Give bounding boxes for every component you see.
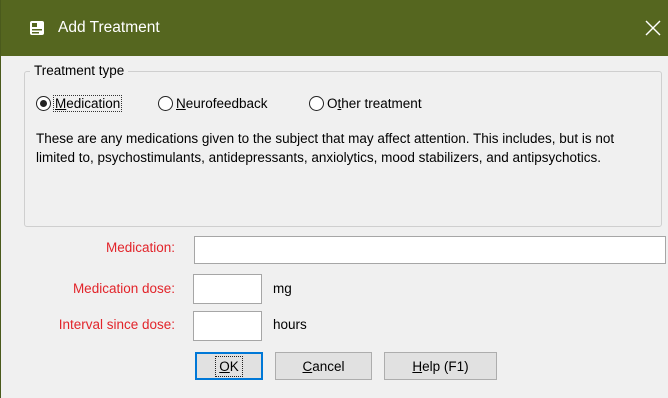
radio-medication-label: Medication [52, 94, 123, 112]
add-treatment-dialog: Add Treatment Treatment type Medication … [0, 0, 668, 398]
help-button-label: Help (F1) [412, 358, 469, 374]
close-icon[interactable] [637, 14, 667, 42]
radio-selected-icon [36, 95, 51, 111]
medication-input[interactable] [194, 236, 666, 264]
cancel-button-label: Cancel [302, 358, 345, 374]
treatment-type-legend: Treatment type [30, 63, 129, 78]
medication-dose-input[interactable] [193, 274, 262, 304]
medication-dose-label: Medication dose: [72, 281, 175, 296]
ok-button[interactable]: OK [195, 352, 263, 380]
interval-since-dose-label: Interval since dose: [58, 317, 175, 332]
ok-button-label: OK [215, 355, 243, 377]
radio-neurofeedback[interactable]: Neurofeedback [158, 93, 268, 113]
interval-since-dose-input[interactable] [193, 311, 262, 341]
radio-other-treatment-label: Other treatment [327, 95, 422, 111]
radio-neurofeedback-label: Neurofeedback [176, 95, 268, 111]
help-button[interactable]: Help (F1) [384, 352, 497, 380]
window-title: Add Treatment [58, 19, 160, 36]
radio-medication[interactable]: Medication [36, 93, 123, 113]
treatment-description: These are any medications given to the s… [36, 131, 615, 165]
title-bar[interactable]: Add Treatment [1, 0, 668, 56]
medication-label: Medication: [105, 240, 175, 255]
radio-other-treatment[interactable]: Other treatment [309, 93, 422, 113]
cancel-button[interactable]: Cancel [275, 352, 372, 380]
radio-unselected-icon [309, 95, 324, 111]
dialog-icon [30, 21, 44, 35]
interval-unit-label: hours [273, 317, 307, 332]
dose-unit-label: mg [273, 281, 292, 296]
radio-unselected-icon [158, 95, 173, 111]
